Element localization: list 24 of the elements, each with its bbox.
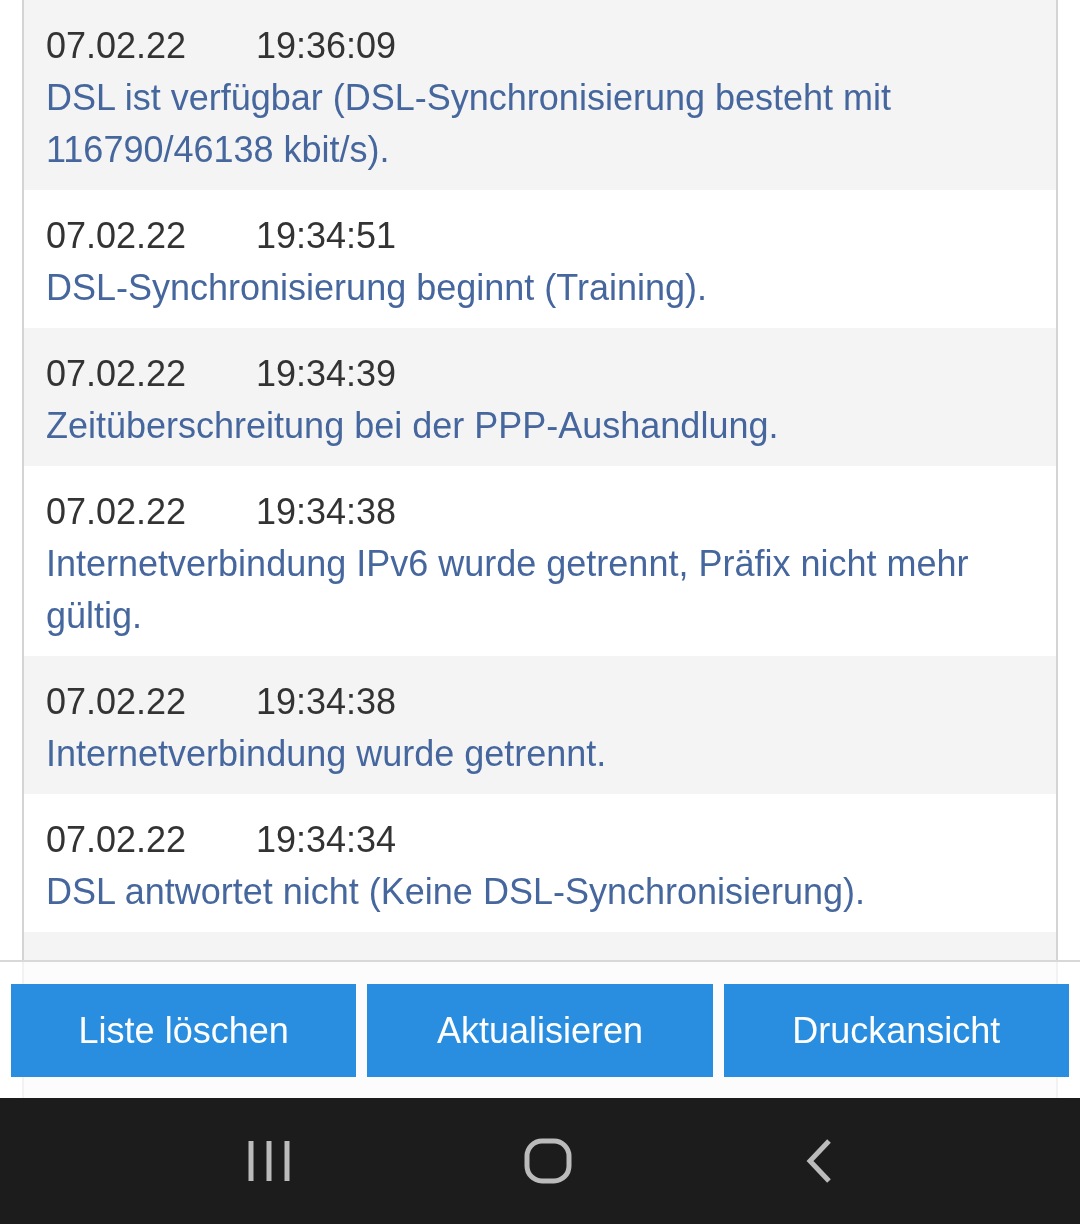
action-button[interactable]: Aktualisieren [367, 984, 713, 1077]
back-icon[interactable] [805, 1138, 834, 1184]
log-date: 07.02.22 [46, 818, 188, 862]
log-message: Zeitüberschreitung bei der PPP-Aushandlung. [46, 404, 780, 448]
home-icon[interactable] [524, 1138, 572, 1184]
log-time: 19:34:34 [256, 818, 397, 862]
recent-apps-icon[interactable] [246, 1141, 291, 1181]
log-time: 19:34:51 [256, 214, 397, 258]
log-date: 07.02.22 [46, 24, 188, 68]
log-message: DSL-Synchronisierung beginnt (Training). [46, 266, 708, 310]
log-message: DSL ist verfügbar (DSL-Synchronisierung besteht mit 116790/46138 kbit/s). [46, 76, 893, 172]
action-button[interactable]: Druckansicht [723, 984, 1069, 1077]
log-time: 19:34:38 [256, 680, 397, 724]
log-message: Internetverbindung wurde getrennt. [46, 732, 608, 776]
log-message: DSL antwortet nicht (Keine DSL-Synchronisierung). [46, 870, 867, 914]
log-time: 19:34:38 [256, 490, 397, 534]
log-date: 07.02.22 [46, 490, 188, 534]
log-time: 19:34:39 [256, 352, 397, 396]
log-date: 07.02.22 [46, 352, 188, 396]
log-message: Internetverbindung IPv6 wurde getrennt, Präfix nicht mehr gültig. [46, 542, 970, 638]
log-date: 07.02.22 [46, 680, 188, 724]
log-date: 07.02.22 [46, 214, 188, 258]
action-button[interactable]: Liste löschen [11, 984, 357, 1077]
log-time: 19:36:09 [256, 24, 397, 68]
